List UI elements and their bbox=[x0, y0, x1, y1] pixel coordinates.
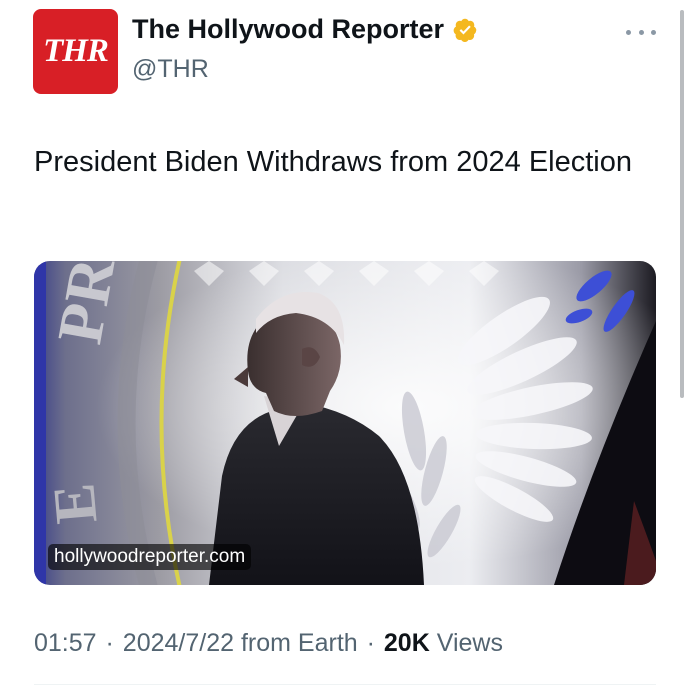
svg-text:E: E bbox=[40, 481, 109, 527]
link-domain-label: hollywoodreporter.com bbox=[48, 544, 252, 570]
photo-image: PR E bbox=[34, 261, 656, 585]
tweet-text: President Biden Withdraws from 2024 Elec… bbox=[34, 146, 633, 178]
tweet-meta: 01:57 · 2024/7/22 from Earth · 20K Views bbox=[34, 629, 503, 658]
views-count: 20K bbox=[383, 629, 430, 657]
more-options-icon[interactable] bbox=[626, 20, 656, 44]
avatar-logo-text: THR bbox=[43, 33, 109, 69]
author-avatar[interactable]: THR bbox=[33, 9, 118, 94]
author-handle[interactable]: @THR bbox=[132, 55, 209, 84]
svg-text:PR: PR bbox=[44, 261, 129, 349]
author-display-name[interactable]: The Hollywood Reporter bbox=[132, 14, 444, 45]
author-name-row: The Hollywood Reporter bbox=[132, 14, 478, 45]
media-card[interactable]: PR E hollywoodreporter.com bbox=[34, 261, 656, 585]
tweet-time[interactable]: 01:57 bbox=[34, 629, 97, 657]
views-label: Views bbox=[436, 629, 503, 657]
tweet-location: from Earth bbox=[240, 629, 358, 657]
divider bbox=[34, 684, 656, 685]
verified-badge-icon bbox=[453, 18, 477, 42]
tweet-date[interactable]: 2024/7/22 bbox=[123, 629, 234, 657]
meta-separator: · bbox=[366, 629, 375, 657]
meta-separator: · bbox=[105, 629, 114, 657]
scrollbar[interactable] bbox=[680, 10, 684, 398]
